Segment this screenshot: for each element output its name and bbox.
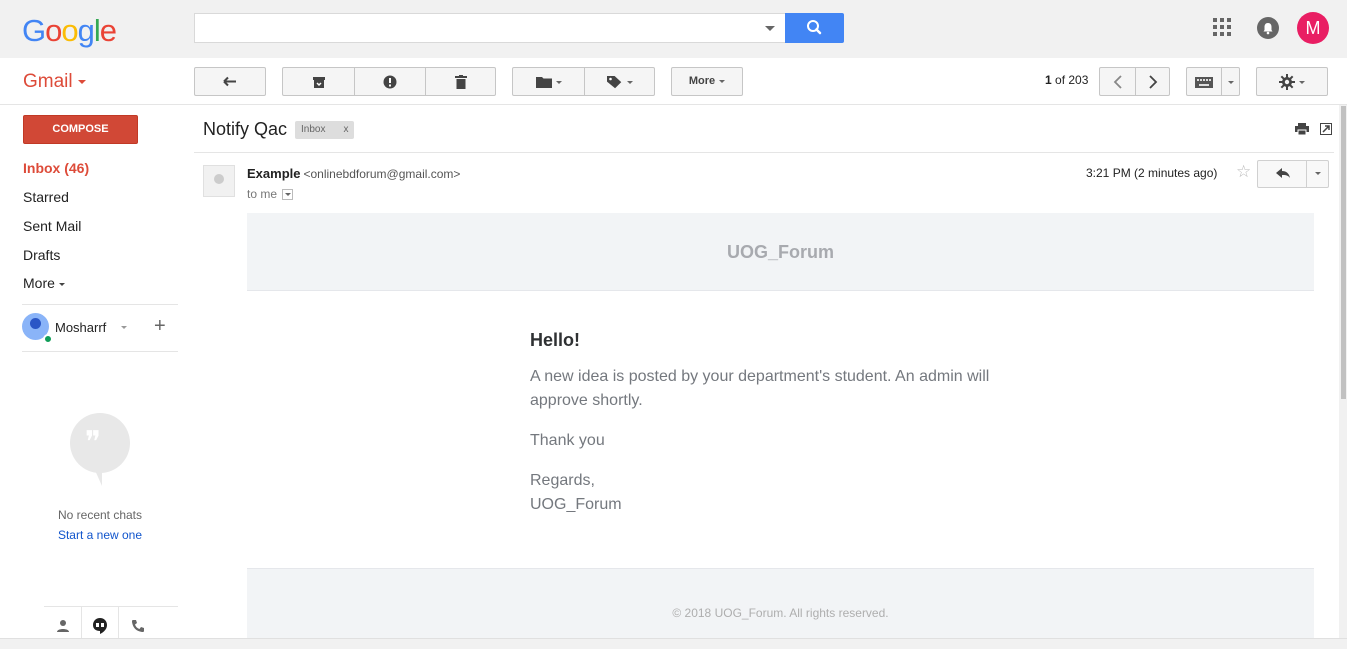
chevron-down-icon bbox=[58, 282, 65, 286]
user-name: Mosharrf bbox=[55, 320, 107, 335]
search-input[interactable] bbox=[194, 13, 786, 43]
nav-drafts[interactable]: Drafts bbox=[23, 247, 60, 263]
folder-icon bbox=[535, 77, 552, 89]
message-actions-group bbox=[282, 67, 496, 96]
chevron-down-icon bbox=[626, 80, 633, 84]
email-paragraph: A new idea is posted by your department'… bbox=[530, 368, 990, 409]
hangouts-icon bbox=[93, 618, 107, 635]
pagination-group bbox=[1099, 67, 1170, 96]
back-arrow-icon bbox=[223, 76, 236, 87]
print-icon[interactable] bbox=[1294, 123, 1309, 136]
google-logo[interactable]: Google bbox=[22, 13, 117, 49]
hangouts-bubble-icon: ❞ bbox=[70, 413, 130, 486]
divider bbox=[22, 351, 178, 352]
gmail-app-switcher[interactable]: Gmail bbox=[23, 71, 86, 93]
message-subject: Notify Qac bbox=[203, 119, 288, 139]
spam-icon bbox=[383, 75, 396, 89]
archive-icon bbox=[312, 76, 325, 88]
show-details-icon[interactable] bbox=[282, 189, 294, 201]
email-copyright: © 2018 UOG_Forum. All rights reserved. bbox=[672, 606, 889, 620]
label-tag-icon bbox=[606, 76, 621, 89]
input-tools-button[interactable] bbox=[1187, 68, 1221, 95]
notifications-bell-icon[interactable] bbox=[1257, 17, 1279, 39]
new-window-icon[interactable] bbox=[1320, 123, 1332, 135]
apps-grid-icon[interactable] bbox=[1213, 18, 1233, 38]
reply-icon bbox=[1276, 168, 1290, 178]
no-chats-text: No recent chats bbox=[57, 508, 143, 522]
input-tools-group bbox=[1186, 67, 1240, 96]
nav-sent-mail[interactable]: Sent Mail bbox=[23, 218, 81, 234]
compose-button[interactable]: COMPOSE bbox=[23, 115, 138, 144]
pagination-count: 1 of 203 bbox=[1045, 73, 1089, 87]
chevron-right-icon bbox=[1148, 75, 1157, 89]
left-sidebar: COMPOSE Inbox (46) Starred Sent Mail Dra… bbox=[0, 105, 194, 649]
divider bbox=[22, 304, 178, 305]
more-reply-options-chevron-icon[interactable] bbox=[1315, 172, 1321, 175]
phone-icon bbox=[132, 620, 144, 633]
newer-button[interactable] bbox=[1100, 68, 1135, 95]
inbox-label-chip[interactable]: Inbox x bbox=[295, 121, 355, 139]
email-regards: Regards, bbox=[530, 472, 595, 489]
online-status-icon bbox=[43, 334, 53, 344]
email-thanks: Thank you bbox=[530, 432, 605, 449]
chevron-down-icon bbox=[77, 79, 86, 84]
labels-button[interactable] bbox=[584, 68, 655, 95]
older-button[interactable] bbox=[1135, 68, 1170, 95]
chevron-down-icon bbox=[555, 80, 562, 84]
email-footer-band: © 2018 UOG_Forum. All rights reserved. bbox=[247, 568, 1314, 643]
report-spam-button[interactable] bbox=[354, 68, 425, 95]
hangouts-user[interactable]: Mosharrf + bbox=[22, 313, 178, 344]
chevron-down-icon bbox=[1227, 80, 1234, 84]
nav-inbox[interactable]: Inbox (46) bbox=[23, 160, 89, 176]
nav-more[interactable]: More bbox=[23, 275, 65, 291]
divider bbox=[194, 152, 1334, 153]
more-actions-button[interactable]: More bbox=[671, 67, 743, 96]
remove-label-icon[interactable]: x bbox=[343, 124, 348, 135]
message-view: Notify Qac Inbox x Example <onlinebdforum@… bbox=[194, 105, 1334, 649]
search-options-chevron-icon[interactable] bbox=[765, 26, 775, 31]
chevron-down-icon bbox=[719, 79, 726, 83]
email-content: UOG_Forum Hello! A new idea is posted by… bbox=[247, 213, 1314, 643]
move-to-button[interactable] bbox=[513, 68, 584, 95]
view-actions bbox=[1294, 123, 1332, 138]
back-to-inbox-button[interactable] bbox=[194, 67, 266, 96]
chevron-down-icon bbox=[1299, 80, 1305, 84]
gear-icon bbox=[1279, 74, 1295, 91]
email-greeting: Hello! bbox=[530, 330, 581, 350]
email-header-band: UOG_Forum bbox=[247, 213, 1314, 291]
email-signature: UOG_Forum bbox=[530, 496, 622, 513]
account-avatar[interactable]: M bbox=[1297, 12, 1329, 44]
star-icon[interactable]: ☆ bbox=[1236, 162, 1251, 182]
scrollbar-thumb[interactable] bbox=[1341, 106, 1346, 399]
chevron-left-icon bbox=[1113, 75, 1122, 89]
sender-avatar bbox=[203, 165, 235, 197]
sender-line[interactable]: Example <onlinebdforum@gmail.com> bbox=[247, 166, 460, 181]
search-button[interactable] bbox=[785, 13, 844, 43]
message-timestamp: 3:21 PM (2 minutes ago) bbox=[1086, 166, 1218, 180]
nav-starred[interactable]: Starred bbox=[23, 189, 69, 205]
start-new-chat-link[interactable]: Start a new one bbox=[0, 528, 200, 542]
input-tools-dropdown[interactable] bbox=[1221, 68, 1240, 95]
add-chat-icon[interactable]: + bbox=[154, 315, 166, 338]
chevron-down-icon[interactable] bbox=[121, 326, 127, 329]
action-toolbar: Gmail More 1 of 203 bbox=[0, 58, 1347, 105]
search-icon bbox=[807, 20, 822, 35]
archive-button[interactable] bbox=[283, 68, 354, 95]
settings-button[interactable] bbox=[1256, 67, 1328, 96]
delete-button[interactable] bbox=[425, 68, 496, 95]
horizontal-scrollbar[interactable] bbox=[0, 638, 1347, 649]
trash-icon bbox=[454, 75, 467, 90]
top-bar: Google M bbox=[0, 0, 1347, 58]
person-icon bbox=[57, 620, 69, 633]
recipients-line[interactable]: to me bbox=[247, 187, 294, 201]
keyboard-icon bbox=[1195, 76, 1213, 88]
organize-actions-group bbox=[512, 67, 655, 96]
reply-button[interactable] bbox=[1257, 160, 1329, 188]
email-brand-title: UOG_Forum bbox=[726, 242, 834, 262]
